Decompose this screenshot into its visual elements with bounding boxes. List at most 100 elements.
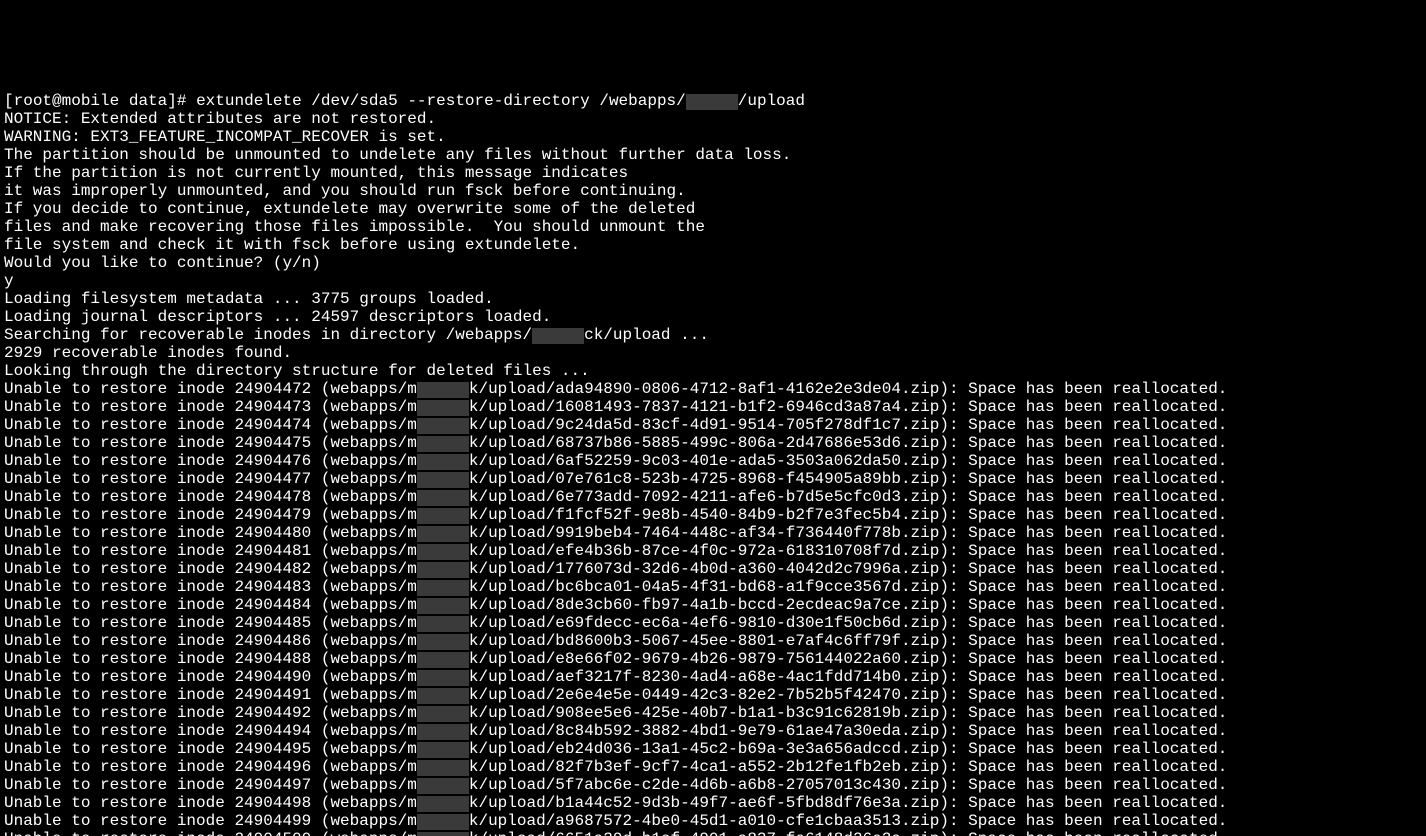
- redacted-path: [417, 742, 469, 758]
- path-mid: k/upload/: [469, 722, 555, 740]
- path-mid: k/upload/: [469, 776, 555, 794]
- path-prefix: (webapps/m: [311, 740, 417, 758]
- restore-suffix: ): Space has been reallocated.: [939, 704, 1227, 722]
- path-prefix: (webapps/m: [311, 668, 417, 686]
- restore-suffix: ): Space has been reallocated.: [939, 434, 1227, 452]
- restore-prefix: Unable to restore inode: [4, 380, 234, 398]
- restore-suffix: ): Space has been reallocated.: [939, 830, 1227, 836]
- restore-suffix: ): Space has been reallocated.: [939, 542, 1227, 560]
- path-mid: k/upload/: [469, 560, 555, 578]
- inodes-found-line: 2929 recoverable inodes found.: [4, 344, 1422, 362]
- restore-suffix: ): Space has been reallocated.: [939, 668, 1227, 686]
- path-prefix: (webapps/m: [311, 722, 417, 740]
- restore-prefix: Unable to restore inode: [4, 794, 234, 812]
- path-mid: k/upload/: [469, 596, 555, 614]
- file-name: bc6bca01-04a5-4f31-bd68-a1f9cce3567d.zip: [555, 578, 939, 596]
- restore-prefix: Unable to restore inode: [4, 776, 234, 794]
- path-mid: k/upload/: [469, 668, 555, 686]
- redacted-path: [417, 436, 469, 452]
- file-name: 68737b86-5885-499c-806a-2d47686e53d6.zip: [555, 434, 939, 452]
- inode-number: 24904480: [234, 524, 311, 542]
- file-name: e8e66f02-9679-4b26-9879-756144022a60.zip: [555, 650, 939, 668]
- restore-suffix: ): Space has been reallocated.: [939, 506, 1227, 524]
- redacted-path: [417, 634, 469, 650]
- path-mid: k/upload/: [469, 812, 555, 830]
- path-mid: k/upload/: [469, 740, 555, 758]
- file-name: 908ee5e6-425e-40b7-b1a1-b3c91c62819b.zip: [555, 704, 939, 722]
- path-prefix: (webapps/m: [311, 704, 417, 722]
- redacted-path: [417, 508, 469, 524]
- prompt-cwd: data: [129, 92, 167, 110]
- path-mid: k/upload/: [469, 830, 555, 836]
- restore-prefix: Unable to restore inode: [4, 398, 234, 416]
- path-mid: k/upload/: [469, 794, 555, 812]
- file-name: 6e773add-7092-4211-afe6-b7d5e5cfc0d3.zip: [555, 488, 939, 506]
- path-prefix: (webapps/m: [311, 380, 417, 398]
- inode-number: 24904478: [234, 488, 311, 506]
- redacted-path: [417, 598, 469, 614]
- redacted-path: [417, 616, 469, 632]
- restore-suffix: ): Space has been reallocated.: [939, 524, 1227, 542]
- redacted-path: [686, 94, 738, 110]
- inode-number: 24904498: [234, 794, 311, 812]
- file-name: f1fcf52f-9e8b-4540-84b9-b2f7e3fec5b4.zip: [555, 506, 939, 524]
- user-answer: y: [4, 272, 1422, 290]
- redacted-path: [532, 328, 584, 344]
- inode-number: 24904486: [234, 632, 311, 650]
- redacted-path: [417, 706, 469, 722]
- warning-line: WARNING: EXT3_FEATURE_INCOMPAT_RECOVER i…: [4, 128, 1422, 146]
- restore-failure-line: Unable to restore inode 24904476 (webapp…: [4, 452, 1422, 470]
- restore-failure-line: Unable to restore inode 24904488 (webapp…: [4, 650, 1422, 668]
- restore-suffix: ): Space has been reallocated.: [939, 812, 1227, 830]
- restore-prefix: Unable to restore inode: [4, 416, 234, 434]
- redacted-path: [417, 544, 469, 560]
- restore-suffix: ): Space has been reallocated.: [939, 686, 1227, 704]
- restore-suffix: ): Space has been reallocated.: [939, 722, 1227, 740]
- restore-failure-line: Unable to restore inode 24904480 (webapp…: [4, 524, 1422, 542]
- search-prefix: Searching for recoverable inodes in dire…: [4, 326, 532, 344]
- file-name: 2e6e4e5e-0449-42c3-82e2-7b52b5f42470.zip: [555, 686, 939, 704]
- msg-line: The partition should be unmounted to und…: [4, 146, 1422, 164]
- restore-suffix: ): Space has been reallocated.: [939, 596, 1227, 614]
- restore-failure-line: Unable to restore inode 24904496 (webapp…: [4, 758, 1422, 776]
- restore-suffix: ): Space has been reallocated.: [939, 758, 1227, 776]
- inode-number: 24904500: [234, 830, 311, 836]
- prompt-line: [root@mobile data]# extundelete /dev/sda…: [4, 92, 1422, 110]
- msg-line: If you decide to continue, extundelete m…: [4, 200, 1422, 218]
- path-prefix: (webapps/m: [311, 560, 417, 578]
- path-mid: k/upload/: [469, 524, 555, 542]
- path-prefix: (webapps/m: [311, 686, 417, 704]
- path-mid: k/upload/: [469, 506, 555, 524]
- terminal-output[interactable]: [root@mobile data]# extundelete /dev/sda…: [0, 90, 1426, 836]
- restore-suffix: ): Space has been reallocated.: [939, 380, 1227, 398]
- path-mid: k/upload/: [469, 470, 555, 488]
- path-mid: k/upload/: [469, 686, 555, 704]
- path-mid: k/upload/: [469, 704, 555, 722]
- restore-prefix: Unable to restore inode: [4, 542, 234, 560]
- restore-failure-line: Unable to restore inode 24904478 (webapp…: [4, 488, 1422, 506]
- restore-suffix: ): Space has been reallocated.: [939, 740, 1227, 758]
- restore-suffix: ): Space has been reallocated.: [939, 776, 1227, 794]
- path-mid: k/upload/: [469, 398, 555, 416]
- redacted-path: [417, 400, 469, 416]
- path-mid: k/upload/: [469, 452, 555, 470]
- restore-prefix: Unable to restore inode: [4, 704, 234, 722]
- inode-number: 24904485: [234, 614, 311, 632]
- restore-rows-container: Unable to restore inode 24904472 (webapp…: [4, 380, 1422, 836]
- path-prefix: (webapps/m: [311, 506, 417, 524]
- path-mid: k/upload/: [469, 650, 555, 668]
- path-prefix: (webapps/m: [311, 830, 417, 836]
- path-mid: k/upload/: [469, 488, 555, 506]
- restore-failure-line: Unable to restore inode 24904499 (webapp…: [4, 812, 1422, 830]
- load-journal-line: Loading journal descriptors ... 24597 de…: [4, 308, 1422, 326]
- file-name: 9919beb4-7464-448c-af34-f736440f778b.zip: [555, 524, 939, 542]
- restore-suffix: ): Space has been reallocated.: [939, 614, 1227, 632]
- inode-number: 24904483: [234, 578, 311, 596]
- redacted-path: [417, 796, 469, 812]
- file-name: 82f7b3ef-9cf7-4ca1-a552-2b12fe1fb2eb.zip: [555, 758, 939, 776]
- restore-failure-line: Unable to restore inode 24904491 (webapp…: [4, 686, 1422, 704]
- msg-line: files and make recovering those files im…: [4, 218, 1422, 236]
- restore-prefix: Unable to restore inode: [4, 650, 234, 668]
- path-prefix: (webapps/m: [311, 812, 417, 830]
- restore-prefix: Unable to restore inode: [4, 740, 234, 758]
